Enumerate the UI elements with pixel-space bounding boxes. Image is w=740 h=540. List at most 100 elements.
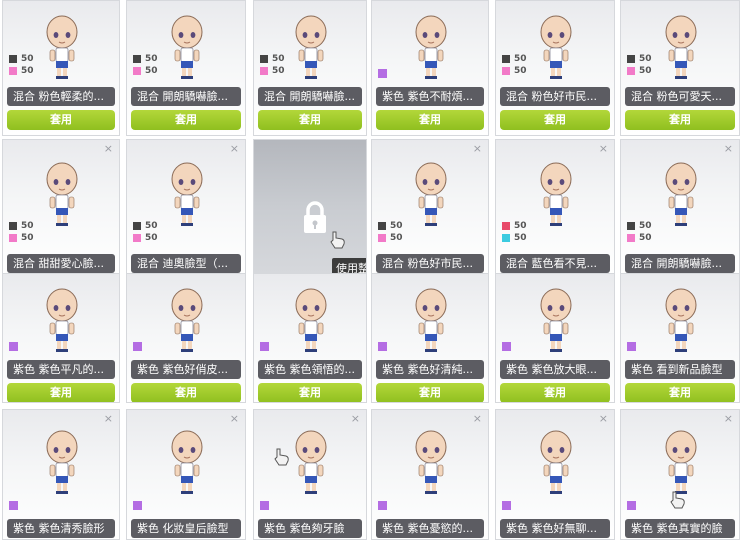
close-icon[interactable]: × [351,413,360,424]
character-avatar [661,286,701,356]
face-coupon-card[interactable]: 50 50 混合 開朗驕嚇臉... 套用 [126,0,246,136]
mix-value-2: 50 [145,233,158,243]
color-swatch [9,342,18,351]
character-avatar [411,286,451,356]
face-name-label: 紫色 紫色不耐煩... [376,87,484,106]
apply-button[interactable]: 套用 [131,110,241,130]
character-avatar [42,286,82,356]
face-coupon-card[interactable]: 紫色 看到新品臉型 套用 [620,273,740,403]
color-swatch-2 [627,67,635,75]
apply-button[interactable]: 套用 [131,383,241,402]
mix-value-2: 50 [21,233,34,243]
close-icon[interactable]: × [104,143,113,154]
mix-value-2: 50 [390,233,403,243]
close-icon[interactable]: × [724,413,733,424]
close-icon[interactable]: × [473,143,482,154]
color-swatch-2 [260,67,268,75]
color-swatch [378,69,387,78]
color-swatch-1 [9,55,17,63]
apply-button[interactable]: 套用 [500,383,610,402]
face-coupon-card[interactable]: × 紫色 化妝皇后臉型 [126,409,246,540]
face-coupon-card[interactable]: 紫色 紫色不耐煩... 套用 [371,0,489,136]
character-avatar [411,13,451,83]
color-swatch [502,342,511,351]
face-coupon-card[interactable]: 50 50 混合 粉色好市民... 套用 [495,0,615,136]
face-coupon-card[interactable]: × 紫色 紫色夠牙臉 [253,409,367,540]
face-coupon-card[interactable]: 紫色 紫色領悟的... 套用 [253,273,367,403]
face-name-label: 紫色 化妝皇后臉型 [131,519,241,538]
character-avatar [536,160,576,230]
apply-button[interactable]: 套用 [258,383,362,402]
color-swatch-2 [9,234,17,242]
face-coupon-card[interactable]: 紫色 紫色平凡的... 套用 [2,273,120,403]
mix-value-2: 50 [21,66,34,76]
mix-value-1: 50 [514,54,527,64]
apply-button[interactable]: 套用 [625,110,735,130]
apply-button[interactable]: 套用 [7,383,115,402]
face-coupon-card[interactable]: × 50 50 混合 開朗驕嚇臉... [620,139,740,275]
apply-button[interactable]: 套用 [7,110,115,130]
color-swatch-1 [133,222,141,230]
face-name-label: 混合 開朗驕嚇臉... [258,87,362,106]
face-coupon-card[interactable]: × 紫色 紫色憂慾的... [371,409,489,540]
face-name-label: 紫色 看到新品臉型 [625,360,735,379]
face-name-label: 混合 粉色好市民... [500,87,610,106]
color-swatch [260,342,269,351]
close-icon[interactable]: × [473,413,482,424]
character-avatar [42,160,82,230]
face-name-label: 紫色 紫色憂慾的... [376,519,484,538]
face-name-label: 紫色 紫色領悟的... [258,360,362,379]
color-swatch-2 [502,67,510,75]
apply-button[interactable]: 套用 [625,383,735,402]
face-coupon-card[interactable]: 紫色 紫色放大眼... 套用 [495,273,615,403]
color-swatch-2 [133,234,141,242]
face-coupon-card[interactable]: × 紫色 紫色真實的臉 [620,409,740,540]
face-coupon-card[interactable]: × 50 50 混合 藍色看不見... [495,139,615,275]
close-icon[interactable]: × [104,413,113,424]
mix-value-1: 50 [21,221,34,231]
face-coupon-card[interactable]: 50 50 混合 粉色可愛天... 套用 [620,0,740,136]
face-coupon-card[interactable]: × 紫色 紫色好無聊... [495,409,615,540]
face-coupon-card[interactable]: 50 50 混合 粉色輕柔的... 套用 [2,0,120,136]
mix-value-1: 50 [145,221,158,231]
apply-button[interactable]: 套用 [376,110,484,130]
character-avatar [536,286,576,356]
apply-button[interactable]: 套用 [500,110,610,130]
mix-ratio: 50 50 [260,53,285,77]
lock-icon [300,200,330,240]
hand-cursor-icon [328,230,348,254]
close-icon[interactable]: × [230,143,239,154]
face-coupon-card[interactable]: 紫色 紫色好清純... 套用 [371,273,489,403]
close-icon[interactable]: × [724,143,733,154]
face-name-label: 紫色 紫色放大眼... [500,360,610,379]
close-icon[interactable]: × [230,413,239,424]
color-swatch [133,342,142,351]
mix-value-1: 50 [514,221,527,231]
hand-cursor-icon [668,490,688,514]
color-swatch [378,501,387,510]
face-name-label: 紫色 紫色真實的臉 [625,519,735,538]
mix-value-1: 50 [390,221,403,231]
face-name-label: 混合 粉色輕柔的... [7,87,115,106]
face-coupon-card[interactable]: × 紫色 紫色清秀臉形 [2,409,120,540]
close-icon[interactable]: × [599,143,608,154]
face-coupon-card[interactable]: 50 50 混合 開朗驕嚇臉... 套用 [253,0,367,136]
apply-button[interactable]: 套用 [258,110,362,130]
face-coupon-card[interactable]: 紫色 紫色好俏皮... 套用 [126,273,246,403]
face-coupon-card[interactable]: × 50 50 混合 甜甜愛心臉... [2,139,120,275]
face-coupon-card[interactable]: × 50 50 混合 迪奧臉型（... [126,139,246,275]
locked-face-slot[interactable]: 使用整 [253,139,367,275]
mix-ratio: 50 50 [133,53,158,77]
apply-button[interactable]: 套用 [376,383,484,402]
character-avatar [536,428,576,498]
character-avatar [411,428,451,498]
face-name-label: 紫色 紫色平凡的... [7,360,115,379]
face-name-label: 混合 開朗驕嚇臉... [625,254,735,273]
character-avatar [536,13,576,83]
close-icon[interactable]: × [599,413,608,424]
color-swatch [9,501,18,510]
face-name-label: 紫色 紫色好清純... [376,360,484,379]
character-avatar [291,286,331,356]
color-swatch [133,501,142,510]
face-coupon-card[interactable]: × 50 50 混合 粉色好市民... [371,139,489,275]
